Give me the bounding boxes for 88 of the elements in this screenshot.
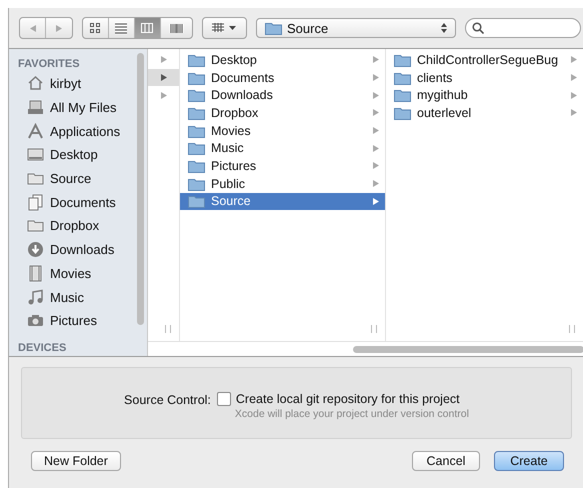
disclosure-triangle-icon bbox=[373, 74, 379, 82]
dialog-button[interactable]: Cancel bbox=[412, 451, 480, 471]
file-row[interactable]: Dropbox bbox=[180, 104, 385, 122]
file-row[interactable]: Downloads bbox=[180, 86, 385, 104]
disclosure-triangle-icon bbox=[160, 56, 166, 64]
column-row[interactable] bbox=[148, 68, 179, 86]
sidebar-item[interactable]: Applications bbox=[9, 119, 147, 144]
hint-text: Xcode will place your project under version control bbox=[234, 408, 469, 420]
view-mode-button[interactable] bbox=[135, 18, 161, 38]
disclosure-triangle-icon bbox=[373, 162, 379, 170]
sidebar-item[interactable]: Movies bbox=[9, 262, 147, 286]
column-resize-handle[interactable] bbox=[371, 325, 377, 333]
source-control-label: Source Control: bbox=[124, 392, 211, 408]
search-icon bbox=[472, 22, 484, 34]
back-arrow-icon bbox=[30, 24, 36, 32]
dialog-button[interactable]: New Folder bbox=[31, 451, 121, 471]
film-icon bbox=[27, 264, 44, 282]
folder-icon bbox=[394, 70, 411, 85]
folder-icon bbox=[394, 88, 411, 102]
folder-icon bbox=[188, 52, 205, 67]
download-icon bbox=[27, 241, 44, 258]
cover-flow-icon bbox=[170, 22, 183, 34]
sidebar-item[interactable]: Music bbox=[9, 285, 147, 309]
disclosure-triangle-icon bbox=[160, 92, 166, 99]
folder-icon bbox=[188, 158, 205, 173]
folder-icon bbox=[188, 141, 205, 156]
disclosure-triangle-icon bbox=[571, 56, 577, 64]
sidebar-item[interactable]: kirbyt bbox=[9, 72, 147, 96]
folder-icon bbox=[265, 21, 282, 35]
disclosure-triangle-icon bbox=[373, 109, 379, 116]
sidebar-heading: DEVICES bbox=[17, 340, 68, 356]
file-row[interactable]: Music bbox=[180, 139, 385, 158]
monitor-icon bbox=[27, 146, 44, 164]
column-view-icon bbox=[141, 22, 154, 34]
scrollbar-thumb[interactable] bbox=[353, 346, 583, 352]
disclosure-triangle-icon bbox=[571, 74, 577, 82]
disclosure-triangle-icon bbox=[373, 180, 379, 188]
sidebar-item[interactable]: Dropbox bbox=[9, 214, 147, 238]
sidebar-item[interactable]: Documents bbox=[9, 190, 147, 214]
file-row[interactable]: Source bbox=[180, 192, 385, 210]
folder-icon bbox=[188, 106, 205, 120]
icon-view-icon bbox=[89, 22, 102, 34]
search-field[interactable] bbox=[465, 18, 581, 38]
file-row[interactable]: Documents bbox=[180, 68, 385, 86]
disclosure-triangle-icon bbox=[160, 74, 166, 82]
disclosure-triangle-icon bbox=[373, 92, 379, 99]
file-row[interactable]: Pictures bbox=[180, 157, 385, 175]
disclosure-triangle-icon bbox=[373, 144, 379, 152]
sidebar-item[interactable]: All My Files bbox=[9, 96, 147, 120]
list-view-icon bbox=[115, 22, 128, 34]
sidebar-item[interactable]: Source bbox=[9, 166, 147, 190]
git-checkbox[interactable]: Create local git repository for this project bbox=[216, 392, 469, 406]
path-popup[interactable]: Source bbox=[256, 18, 456, 38]
column-resize-handle[interactable] bbox=[165, 325, 171, 333]
file-row[interactable]: mygithub bbox=[386, 86, 583, 104]
file-row[interactable]: outerlevel bbox=[386, 104, 583, 122]
folder-icon bbox=[188, 124, 205, 138]
drawer-icon bbox=[27, 99, 44, 116]
sidebar-item[interactable]: Downloads bbox=[9, 238, 147, 262]
stepper-icon bbox=[441, 23, 447, 33]
disclosure-triangle-icon bbox=[571, 109, 577, 116]
checkbox-icon[interactable] bbox=[216, 392, 231, 406]
folder-icon bbox=[188, 194, 205, 208]
sidebar-heading: FAVORITES bbox=[17, 57, 81, 72]
dialog-button[interactable]: Create bbox=[494, 451, 564, 471]
grid-caret-icon bbox=[212, 23, 238, 33]
house-icon bbox=[27, 75, 44, 92]
disclosure-triangle-icon bbox=[373, 56, 379, 64]
sidebar-item[interactable]: Desktop bbox=[9, 143, 147, 167]
documents-icon bbox=[27, 194, 44, 211]
music-note-icon bbox=[27, 288, 44, 306]
folder-icon bbox=[188, 88, 205, 102]
sidebar-item[interactable]: Pictures bbox=[9, 308, 147, 333]
folder-icon bbox=[394, 52, 411, 67]
disclosure-triangle-icon bbox=[373, 198, 379, 205]
file-row[interactable]: Desktop bbox=[180, 51, 385, 69]
file-row[interactable]: clients bbox=[386, 68, 583, 86]
file-row[interactable]: ChildControllerSegueBug bbox=[386, 51, 583, 69]
forward-arrow-icon bbox=[56, 24, 62, 32]
column-resize-handle[interactable] bbox=[569, 325, 575, 333]
scrollbar-thumb[interactable] bbox=[137, 53, 144, 325]
file-row[interactable]: Movies bbox=[180, 122, 385, 140]
folder-icon bbox=[394, 106, 411, 120]
file-row[interactable]: Public bbox=[180, 174, 385, 192]
disclosure-triangle-icon bbox=[373, 127, 379, 134]
letter-a-icon bbox=[27, 122, 44, 140]
folder-icon bbox=[188, 70, 205, 85]
disclosure-triangle-icon bbox=[571, 92, 577, 99]
